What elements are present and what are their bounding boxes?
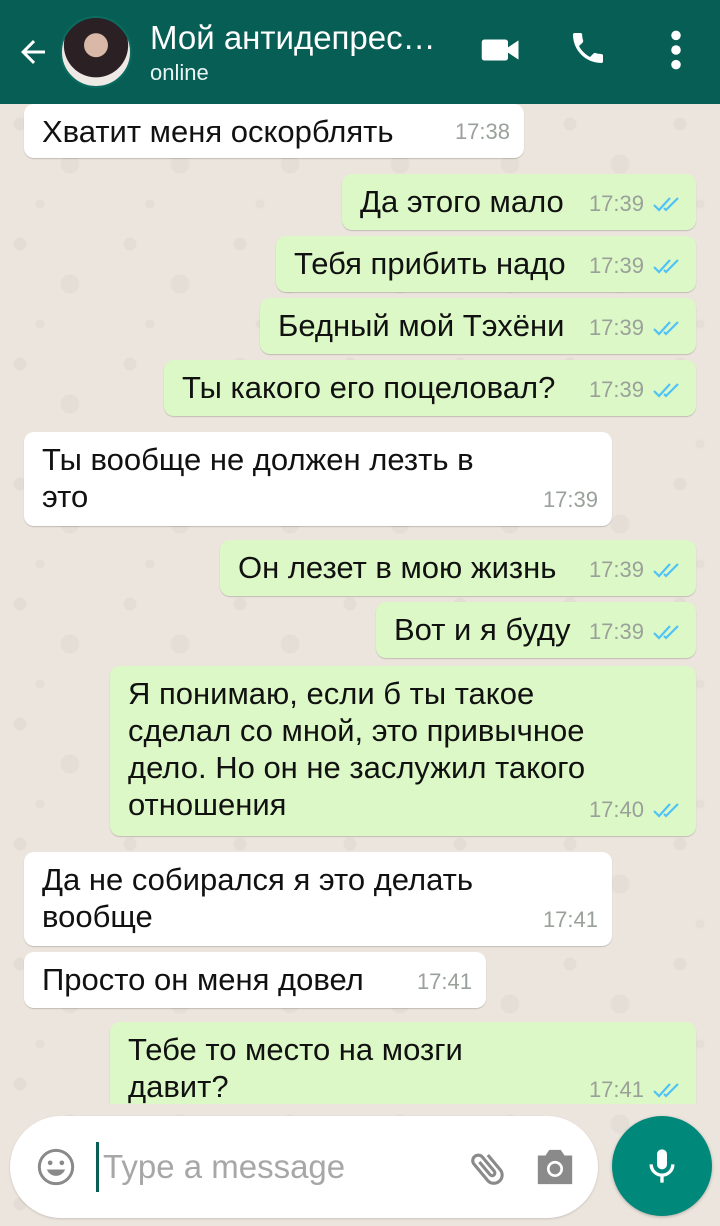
message-time: 17:41 (542, 907, 598, 932)
message-time: 17:39 (588, 191, 644, 216)
message-bubble-outgoing[interactable]: Да этого мало 17:39 (342, 174, 696, 230)
message-composer (10, 1116, 598, 1218)
message-time: 17:41 (416, 969, 472, 994)
message-input[interactable] (96, 1142, 456, 1192)
message-time: 17:39 (542, 487, 598, 512)
message-time: 17:38 (454, 119, 510, 144)
message-text: Тебе то место на мозги давит? (128, 1032, 463, 1104)
video-call-icon[interactable] (480, 34, 522, 66)
back-button[interactable] (0, 0, 56, 104)
voice-call-icon[interactable] (568, 28, 608, 68)
contact-status: online (150, 60, 209, 85)
message-bubble-outgoing[interactable]: Он лезет в мою жизнь 17:39 (220, 540, 696, 596)
message-time: 17:41 (588, 1077, 644, 1102)
contact-info[interactable]: Мой антидепрес… online (150, 18, 450, 86)
message-bubble-outgoing[interactable]: Тебе то место на мозги давит? 17:41 (110, 1022, 696, 1104)
camera-icon[interactable] (532, 1146, 578, 1188)
read-ticks-icon (653, 320, 679, 336)
message-time: 17:40 (588, 797, 644, 822)
mic-icon (649, 1149, 675, 1183)
message-text: Я понимаю, если б ты такое сделал со мно… (128, 676, 586, 822)
back-arrow-icon (21, 40, 45, 64)
message-text: Просто он меня довел (42, 962, 364, 997)
message-bubble-incoming[interactable]: Хватит меня оскорблять 17:38 (24, 104, 524, 158)
read-ticks-icon (653, 382, 679, 398)
message-bubble-outgoing[interactable]: Ты какого его поцеловал? 17:39 (164, 360, 696, 416)
message-list[interactable]: Хватит меня оскорблять 17:38 Да этого ма… (0, 104, 720, 1104)
message-bubble-outgoing[interactable]: Бедный мой Тэхёни 17:39 (260, 298, 696, 354)
read-ticks-icon (653, 258, 679, 274)
message-bubble-incoming[interactable]: Просто он меня довел 17:41 (24, 952, 486, 1008)
read-ticks-icon (653, 1082, 679, 1098)
chat-header: Мой антидепрес… online (0, 0, 720, 104)
menu-icon[interactable] (664, 28, 688, 72)
message-bubble-incoming[interactable]: Да не собирался я это делать вообще 17:4… (24, 852, 612, 946)
read-ticks-icon (653, 802, 679, 818)
message-text: Ты вообще не должен лезть в это (42, 442, 474, 514)
contact-name: Мой антидепрес… (150, 19, 436, 56)
message-bubble-outgoing[interactable]: Я понимаю, если б ты такое сделал со мно… (110, 666, 696, 836)
voice-record-button[interactable] (612, 1116, 712, 1216)
message-bubble-outgoing[interactable]: Тебя прибить надо 17:39 (276, 236, 696, 292)
message-time: 17:39 (588, 619, 644, 644)
attach-icon[interactable] (466, 1146, 510, 1190)
emoji-icon[interactable] (36, 1147, 76, 1187)
read-ticks-icon (653, 624, 679, 640)
read-ticks-icon (653, 562, 679, 578)
message-text: Да не собирался я это делать вообще (42, 862, 473, 934)
message-bubble-incoming[interactable]: Ты вообще не должен лезть в это 17:39 (24, 432, 612, 526)
message-time: 17:39 (588, 315, 644, 340)
contact-avatar[interactable] (60, 16, 132, 88)
message-bubble-outgoing[interactable]: Вот и я буду 17:39 (376, 602, 696, 658)
message-time: 17:39 (588, 377, 644, 402)
read-ticks-icon (653, 196, 679, 212)
message-time: 17:39 (588, 253, 644, 278)
message-time: 17:39 (588, 557, 644, 582)
message-text: Хватит меня оскорблять (42, 114, 394, 149)
